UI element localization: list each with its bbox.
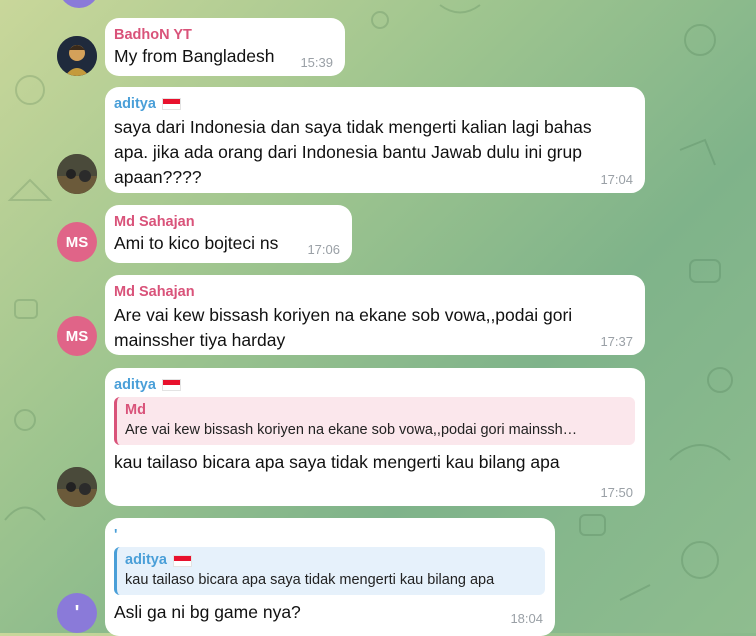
message-line: apaan????: [114, 167, 202, 187]
message-line: mainssher tiya harday: [114, 330, 286, 350]
avatar-aditya[interactable]: [57, 467, 97, 507]
sender-name-text: aditya: [114, 377, 156, 393]
reply-text: Are vai kew bissash koriyen na ekane sob…: [125, 422, 578, 438]
message-line: saya dari Indonesia dan saya tidak menge…: [114, 117, 592, 137]
avatar-initials: ': [74, 601, 80, 624]
reply-text: kau tailaso bicara apa saya tidak menger…: [125, 572, 495, 588]
avatar-photo-icon: [57, 154, 97, 194]
message-line: apa. jika ada orang dari Indonesia bantu…: [114, 142, 582, 162]
indonesia-flag-icon: [161, 98, 181, 110]
indonesia-flag-icon: [161, 379, 181, 391]
avatar-ms[interactable]: MS: [57, 316, 97, 356]
avatar-photo-icon: [57, 467, 97, 507]
message-time: 15:39: [300, 55, 333, 70]
sender-name[interactable]: aditya: [114, 95, 635, 113]
indonesia-flag-icon: [172, 554, 192, 567]
sender-name[interactable]: ': [114, 526, 545, 544]
message-bubble[interactable]: aditya Md Are vai kew bissash koriyen na…: [105, 368, 645, 506]
sender-name[interactable]: BadhoN YT: [114, 26, 335, 44]
avatar-ms[interactable]: MS: [57, 222, 97, 262]
message-text: Asli ga ni bg game nya?: [114, 602, 301, 622]
avatar-initials: MS: [65, 233, 89, 251]
avatar-photo-icon: [57, 36, 97, 76]
sender-name-text: aditya: [114, 96, 156, 112]
message-bubble[interactable]: BadhoN YT My from Bangladesh 15:39: [105, 18, 345, 76]
reply-sender: aditya: [125, 551, 537, 570]
message-time: 17:37: [600, 334, 633, 349]
message-line: Are vai kew bissash koriyen na ekane sob…: [114, 305, 573, 325]
sender-name[interactable]: Md Sahajan: [114, 213, 342, 231]
message-text: saya dari Indonesia dan saya tidak menge…: [114, 115, 635, 190]
message-time: 17:04: [600, 172, 633, 187]
sender-name[interactable]: Md Sahajan: [114, 283, 635, 301]
message-text: Are vai kew bissash koriyen na ekane sob…: [114, 303, 635, 353]
message-text: kau tailaso bicara apa saya tidak menger…: [114, 452, 560, 472]
message-time: 18:04: [510, 611, 543, 626]
avatar-partial-top[interactable]: [59, 0, 99, 8]
message-time: 17:06: [307, 242, 340, 257]
reply-sender-text: aditya: [125, 552, 167, 568]
avatar-initials: MS: [65, 327, 89, 345]
message-bubble[interactable]: Md Sahajan Ami to kico bojteci ns 17:06: [105, 205, 352, 263]
avatar-badhon[interactable]: [57, 36, 97, 76]
sender-name[interactable]: aditya: [114, 376, 635, 394]
message-bubble[interactable]: ' aditya kau tailaso bicara apa saya tid…: [105, 518, 555, 636]
reply-quote[interactable]: Md Are vai kew bissash koriyen na ekane …: [114, 397, 635, 445]
avatar-aditya[interactable]: [57, 154, 97, 194]
message-time: 17:50: [600, 485, 633, 500]
avatar-quote[interactable]: ': [57, 593, 97, 633]
message-bubble[interactable]: Md Sahajan Are vai kew bissash koriyen n…: [105, 275, 645, 355]
message-bubble[interactable]: aditya saya dari Indonesia dan saya tida…: [105, 87, 645, 193]
reply-quote[interactable]: aditya kau tailaso bicara apa saya tidak…: [114, 547, 545, 595]
reply-sender: Md: [125, 402, 146, 418]
